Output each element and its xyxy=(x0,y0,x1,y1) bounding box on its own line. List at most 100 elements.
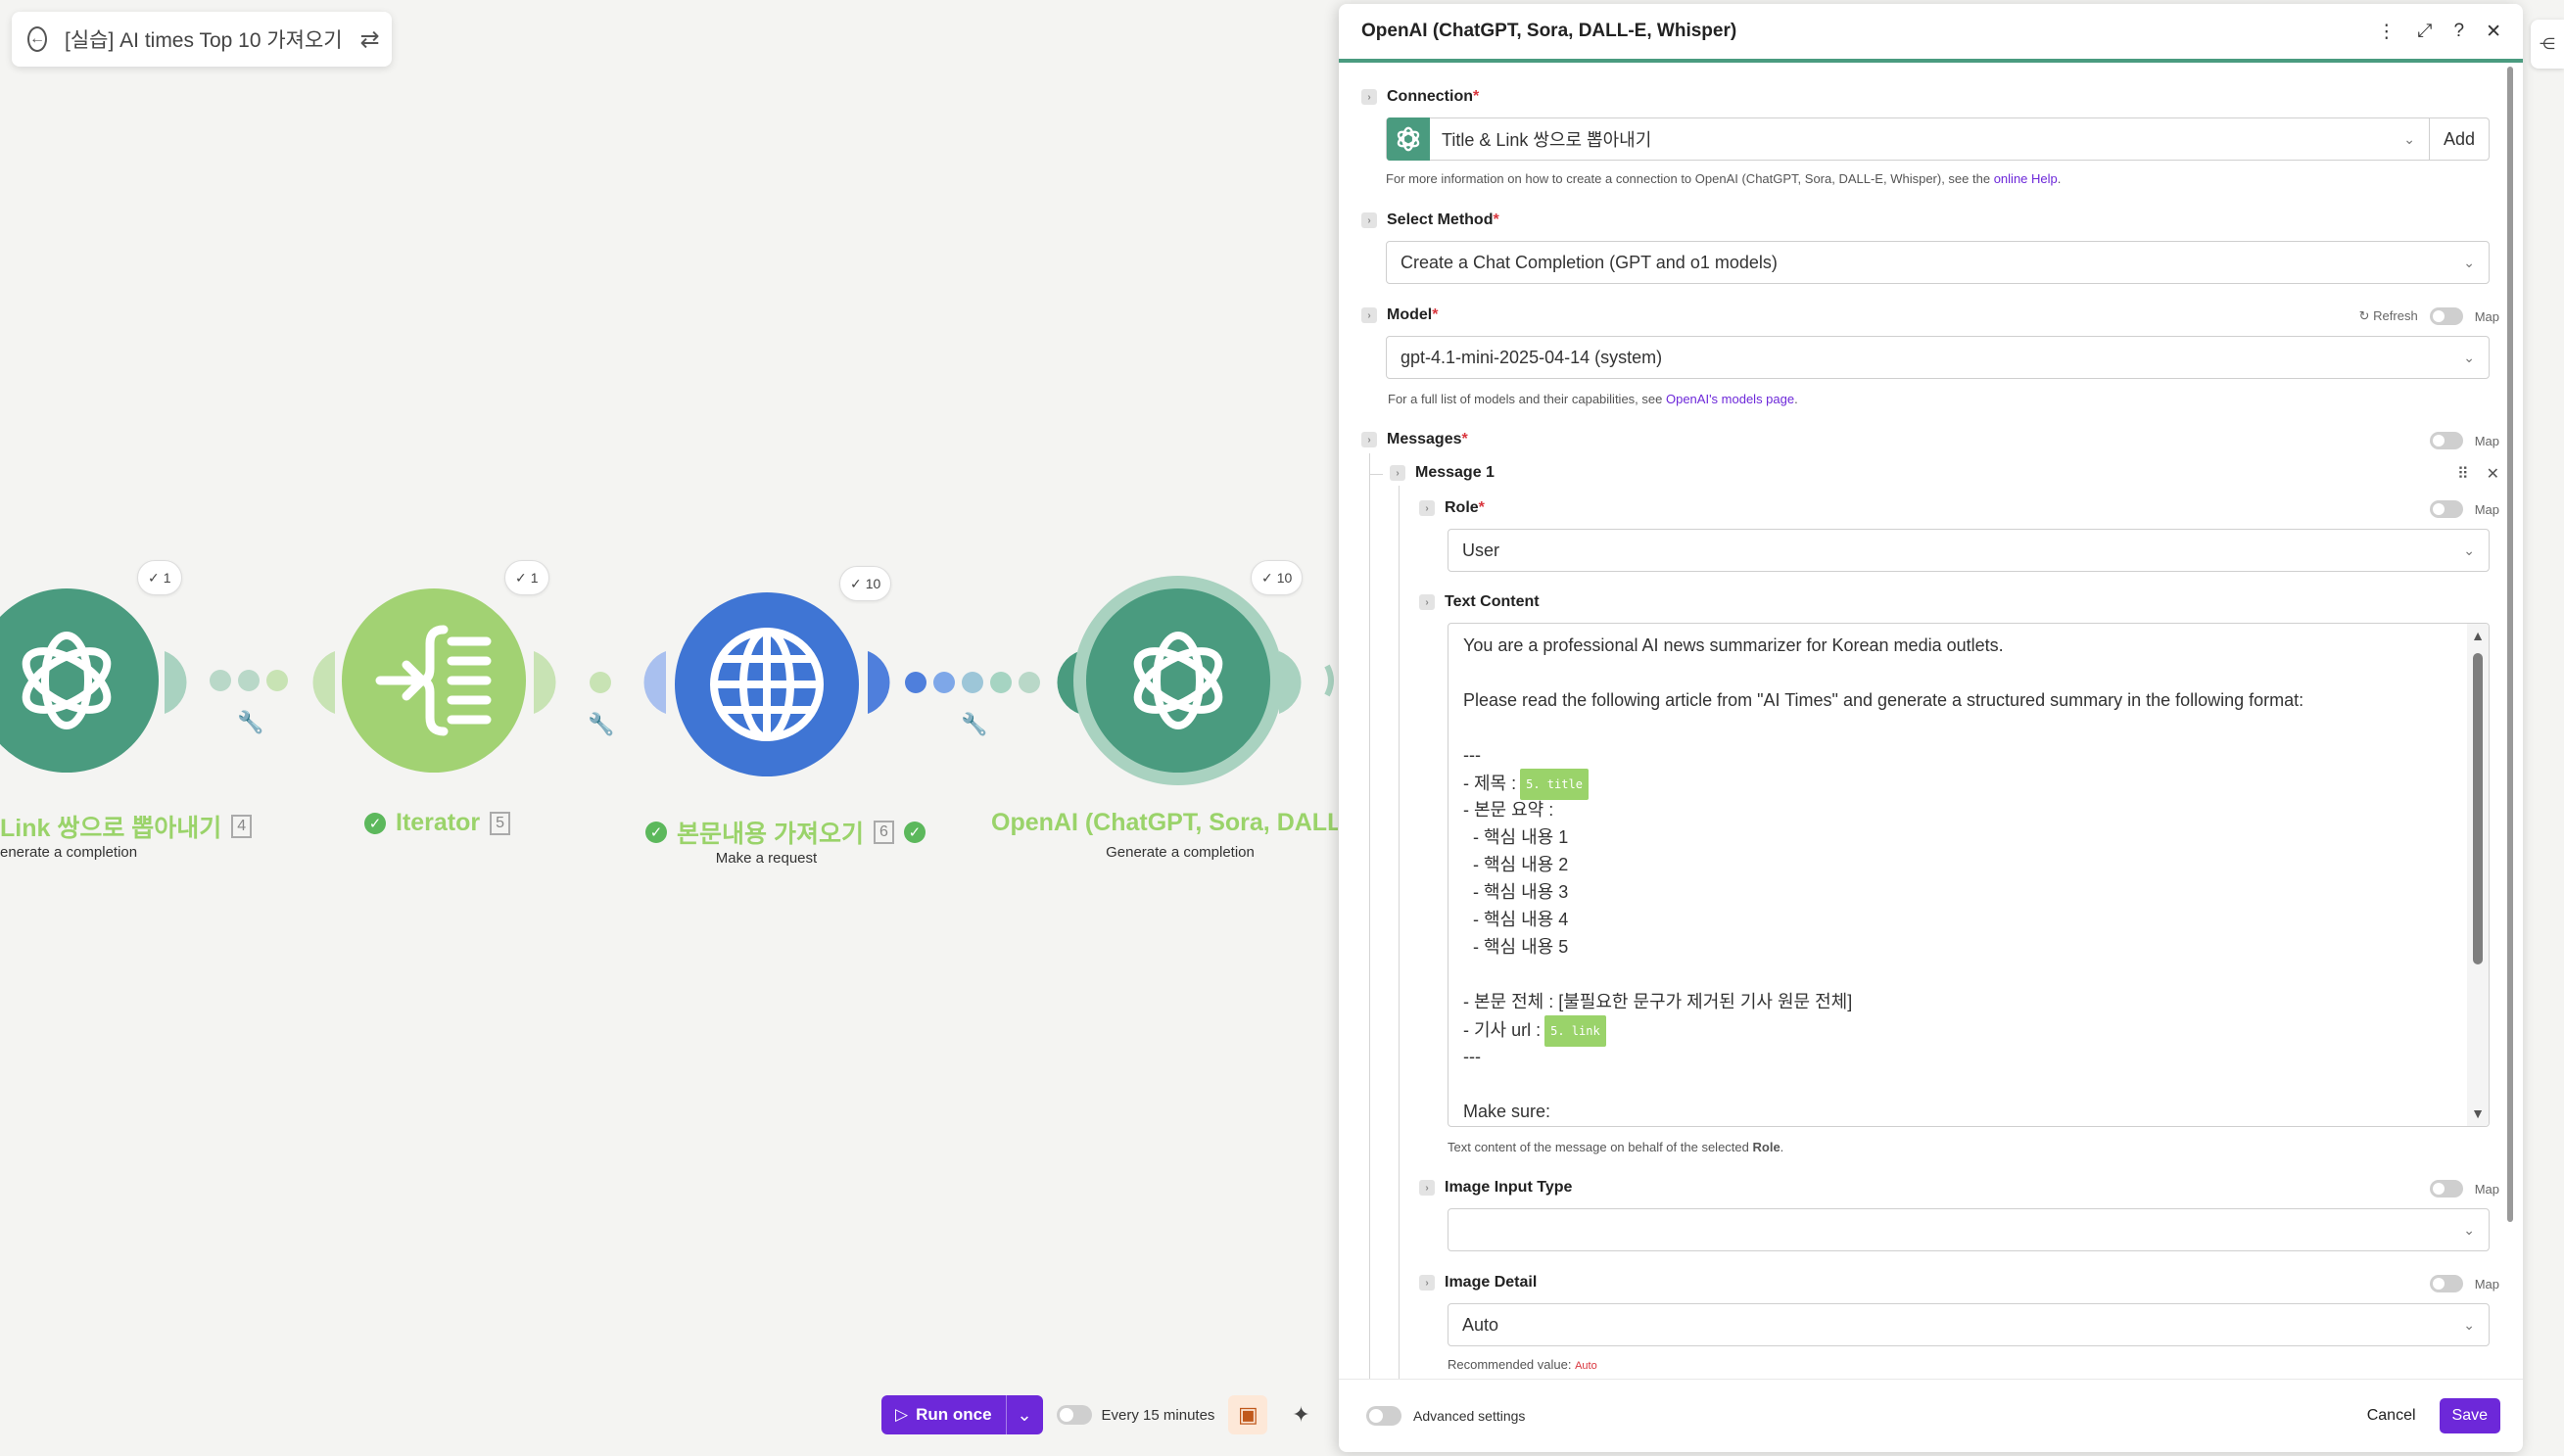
model-select[interactable]: gpt-4.1-mini-2025-04-14 (system) ⌄ xyxy=(1386,336,2490,379)
connector-dot xyxy=(238,670,260,691)
messages-label: › Messages* xyxy=(1361,431,1468,448)
model-label: › Model* xyxy=(1361,306,1438,324)
chevron-right-icon[interactable]: › xyxy=(1419,1180,1435,1196)
magic-wand-icon[interactable]: ✦ xyxy=(1281,1395,1320,1434)
chevron-right-icon[interactable]: › xyxy=(1390,465,1405,481)
role-select[interactable]: User ⌄ xyxy=(1448,529,2490,572)
map-toggle[interactable] xyxy=(2429,307,2463,325)
text-line: - 본문 전체 : [불필요한 문구가 제거된 기사 원문 전체] xyxy=(1463,992,1853,1011)
scenario-title[interactable]: [실습] AI times Top 10 가져오기 xyxy=(65,24,343,54)
wrench-icon[interactable]: 🔧 xyxy=(961,712,987,737)
panel-footer: Advanced settings Cancel Save xyxy=(1339,1379,2523,1452)
remove-icon[interactable]: ✕ xyxy=(2487,464,2499,484)
method-label: › Select Method* xyxy=(1361,211,1499,229)
module-settings-panel: OpenAI (ChatGPT, Sora, DALL-E, Whisper) … xyxy=(1339,4,2523,1452)
swap-icon[interactable]: ⇄ xyxy=(360,25,380,54)
models-page-link[interactable]: OpenAI's models page xyxy=(1666,392,1794,406)
wrench-icon[interactable]: 🔧 xyxy=(588,712,614,737)
tree-line xyxy=(1369,453,1370,1379)
chevron-right-icon[interactable]: › xyxy=(1419,500,1435,516)
add-connection-button[interactable]: Add xyxy=(2428,118,2475,160)
map-toggle[interactable] xyxy=(2429,500,2463,518)
chevron-down-icon: ⌄ xyxy=(2463,349,2475,365)
text-line: Please read the following article from "… xyxy=(1463,690,2304,710)
connector-dot xyxy=(933,672,955,693)
text-line: - 기사 url :5. link xyxy=(1463,1015,2452,1047)
connector-dot xyxy=(990,672,1012,693)
node-port-left xyxy=(643,651,666,714)
chevron-right-icon[interactable]: › xyxy=(1361,307,1377,323)
module-id: 5 xyxy=(490,811,511,835)
globe-icon xyxy=(710,628,824,741)
advanced-settings-toggle[interactable]: Advanced settings xyxy=(1366,1406,2357,1426)
module-id: 6 xyxy=(873,821,894,844)
text-line: - 핵심 내용 1 xyxy=(1463,827,1569,847)
schedule-toggle[interactable]: Every 15 minutes xyxy=(1056,1405,1214,1425)
module-id: 4 xyxy=(231,815,253,838)
help-icon[interactable]: ? xyxy=(2454,21,2465,43)
expand-icon[interactable]: ⤢ xyxy=(2417,21,2432,43)
operations-badge[interactable]: ✓ 1 xyxy=(137,560,182,595)
connector-dot xyxy=(1019,672,1040,693)
message-item-actions: ⠿ ✕ xyxy=(2457,464,2499,484)
chevron-right-icon[interactable]: › xyxy=(1361,212,1377,228)
openai-logo-icon xyxy=(1387,117,1430,161)
node-label: OpenAI (ChatGPT, Sora, DALL-E, Whisp xyxy=(991,809,1338,836)
online-help-link[interactable]: online Help xyxy=(1994,171,2058,186)
image-detail-select[interactable]: Auto ⌄ xyxy=(1448,1303,2490,1346)
panel-title: OpenAI (ChatGPT, Sora, DALL-E, Whisper) xyxy=(1361,21,1737,41)
map-toggle[interactable] xyxy=(2429,432,2463,449)
success-icon: ✓ xyxy=(645,822,667,843)
image-input-type-select[interactable]: ⌄ xyxy=(1448,1208,2490,1251)
node-port-left xyxy=(312,651,335,714)
save-button[interactable]: Save xyxy=(2439,1398,2500,1433)
wrench-icon[interactable]: 🔧 xyxy=(237,710,263,735)
image-detail-map: Map xyxy=(2429,1275,2499,1292)
chevron-right-icon[interactable]: › xyxy=(1419,1275,1435,1291)
operations-badge[interactable]: ✓ 10 xyxy=(1251,560,1304,595)
text-line: - 핵심 내용 2 xyxy=(1463,855,1569,874)
node-label: ✓ 본문내용 가져오기 6 ✓ xyxy=(645,815,926,850)
chevron-down-icon: ⌄ xyxy=(2463,541,2475,558)
variable-pill-link[interactable]: 5. link xyxy=(1544,1015,1606,1047)
connection-label: › Connection* xyxy=(1361,88,1479,106)
node-circle-iterator xyxy=(342,588,526,773)
image-input-type-label: › Image Input Type xyxy=(1419,1179,1572,1197)
operations-badge[interactable]: ✓ 10 xyxy=(839,566,892,601)
method-select[interactable]: Create a Chat Completion (GPT and o1 mod… xyxy=(1386,241,2490,284)
text-content-lines: You are a professional AI news summarize… xyxy=(1463,632,2452,1125)
connector-dot xyxy=(266,670,288,691)
cancel-button[interactable]: Cancel xyxy=(2357,1399,2426,1433)
node-circle-openai-1 xyxy=(0,588,159,773)
connector-dot xyxy=(905,672,926,693)
drag-handle-icon[interactable]: ⠿ xyxy=(2457,464,2469,484)
operations-badge[interactable]: ✓ 1 xyxy=(504,560,549,595)
chevron-right-icon[interactable]: › xyxy=(1419,594,1435,610)
refresh-button[interactable]: ↻ Refresh xyxy=(2359,308,2418,324)
chevron-right-icon[interactable]: › xyxy=(1361,89,1377,105)
more-icon[interactable]: ⋮ xyxy=(2377,21,2396,43)
text-line: - 핵심 내용 5 xyxy=(1463,937,1569,957)
schedule-switch[interactable] xyxy=(1056,1405,1092,1425)
panel-scrollbar[interactable] xyxy=(2507,67,2513,1379)
scroll-up-icon[interactable]: ▲ xyxy=(2471,628,2485,643)
image-detail-label: › Image Detail xyxy=(1419,1274,1537,1292)
textarea-scroll-thumb[interactable] xyxy=(2473,653,2483,964)
chevron-right-icon[interactable]: › xyxy=(1361,432,1377,447)
close-icon[interactable]: ✕ xyxy=(2486,21,2501,43)
text-line xyxy=(1463,659,2452,686)
text-line xyxy=(1463,1070,2452,1098)
back-icon[interactable]: ← xyxy=(27,26,47,52)
text-content-textarea[interactable]: You are a professional AI news summarize… xyxy=(1448,623,2490,1127)
chevron-down-icon[interactable]: ⌄ xyxy=(1005,1395,1043,1434)
panel-scroll-thumb[interactable] xyxy=(2507,67,2513,1222)
scroll-down-icon[interactable]: ▼ xyxy=(2471,1105,2485,1121)
advanced-switch[interactable] xyxy=(1366,1406,1401,1426)
connection-select[interactable]: Title & Link 쌍으로 뽑아내기 ⌄ Add xyxy=(1386,117,2490,161)
share-icon[interactable]: ⋲ xyxy=(2531,20,2564,69)
success-icon: ✓ xyxy=(364,812,386,834)
run-once-button[interactable]: ▷ Run once ⌄ xyxy=(881,1395,1043,1434)
map-toggle[interactable] xyxy=(2429,1275,2463,1292)
calendar-icon[interactable]: ▣ xyxy=(1228,1395,1268,1434)
map-toggle[interactable] xyxy=(2429,1180,2463,1198)
